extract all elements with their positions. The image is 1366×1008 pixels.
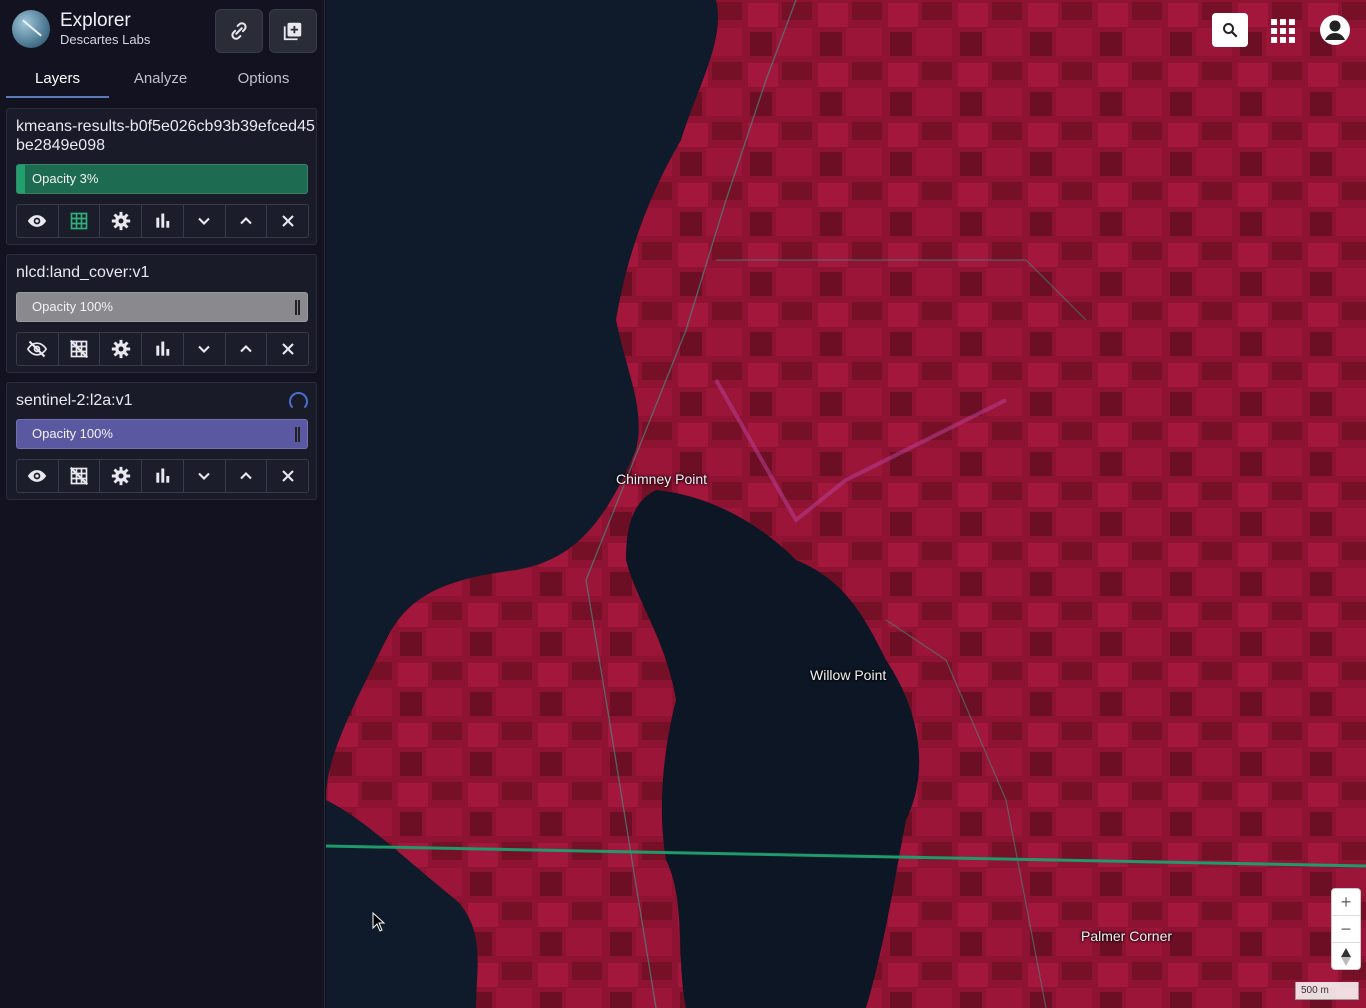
layer-toolbar [16, 459, 309, 493]
search-button[interactable] [1212, 13, 1248, 47]
add-layer-icon [283, 22, 302, 41]
opacity-fill [17, 165, 25, 193]
account-button[interactable] [1314, 9, 1356, 51]
chevron-down-icon [198, 345, 210, 353]
eye-icon [28, 470, 47, 482]
layer-card: sentinel-2:l2a:v1 Opacity 100% [6, 382, 317, 500]
grid-icon [70, 212, 88, 230]
toggle-grid-button[interactable] [58, 205, 101, 237]
compass-button[interactable] [1332, 943, 1360, 970]
layer-title: kmeans-results-b0f5e026cb93b39efced45be2… [16, 118, 315, 154]
opacity-slider[interactable]: Opacity 100% [16, 419, 308, 449]
slider-handle[interactable] [295, 300, 300, 315]
share-link-button[interactable] [215, 9, 263, 53]
app-title: Explorer [60, 10, 131, 31]
toggle-visibility-button[interactable] [17, 205, 59, 237]
chevron-up-icon [240, 472, 252, 480]
tab-analyze[interactable]: Analyze [109, 62, 212, 98]
move-layer-down-button[interactable] [183, 333, 226, 365]
sidebar-tabs: Layers Analyze Options [6, 62, 316, 98]
layer-card: nlcd:land_cover:v1 Opacity 100% [6, 254, 317, 373]
bar-chart-icon [155, 213, 169, 228]
opacity-slider[interactable]: Opacity 100% [16, 292, 308, 322]
grid-off-icon [70, 466, 89, 486]
place-label: Chimney Point [616, 471, 708, 487]
slider-handle[interactable] [295, 427, 300, 442]
add-layer-button[interactable] [269, 9, 317, 53]
move-layer-up-button[interactable] [225, 205, 268, 237]
toggle-grid-button[interactable] [58, 333, 101, 365]
tab-options[interactable]: Options [212, 62, 315, 98]
eye-off-icon [27, 340, 48, 358]
layer-toolbar [16, 204, 309, 238]
satellite-imagery [326, 0, 1366, 1008]
histogram-button[interactable] [142, 333, 184, 365]
opacity-label: Opacity 100% [32, 426, 113, 441]
grid-off-icon [70, 339, 89, 359]
search-icon [1223, 23, 1238, 38]
layer-settings-button[interactable] [100, 460, 143, 492]
map-canvas[interactable]: Chimney Point Willow Point Palmer Corner… [326, 0, 1366, 1008]
opacity-slider[interactable]: Opacity 3% [16, 164, 308, 194]
move-layer-down-button[interactable] [183, 205, 226, 237]
link-icon [231, 22, 247, 40]
chevron-down-icon [198, 472, 210, 480]
layer-title: sentinel-2:l2a:v1 [16, 392, 133, 409]
mouse-cursor-icon [372, 912, 386, 932]
zoom-in-button[interactable]: + [1332, 889, 1360, 916]
histogram-button[interactable] [142, 205, 184, 237]
layer-card: kmeans-results-b0f5e026cb93b39efced45be2… [6, 108, 317, 245]
gear-icon [111, 211, 130, 231]
remove-layer-button[interactable] [267, 460, 308, 492]
gear-icon [111, 466, 130, 486]
bar-chart-icon [155, 468, 169, 483]
globe-logo-icon [12, 10, 50, 48]
layer-toolbar [16, 332, 309, 366]
brand: Explorer Descartes Labs [12, 10, 150, 48]
sidebar: Explorer Descartes Labs Layers Analyze O… [0, 0, 325, 1008]
chevron-up-icon [240, 217, 252, 225]
layer-settings-button[interactable] [100, 333, 143, 365]
close-icon [281, 470, 294, 482]
opacity-label: Opacity 100% [32, 299, 113, 314]
compass-icon [1341, 947, 1351, 966]
toggle-grid-button[interactable] [58, 460, 101, 492]
toggle-visibility-button[interactable] [17, 333, 59, 365]
opacity-label: Opacity 3% [32, 171, 99, 186]
gear-icon [111, 339, 130, 359]
apps-menu-button[interactable] [1264, 12, 1302, 50]
place-label: Palmer Corner [1081, 928, 1173, 944]
move-layer-up-button[interactable] [225, 460, 268, 492]
place-label: Willow Point [810, 667, 887, 683]
bar-chart-icon [155, 341, 169, 356]
zoom-controls: + − [1331, 888, 1361, 970]
move-layer-down-button[interactable] [183, 460, 226, 492]
user-avatar-icon [1320, 15, 1350, 45]
loading-spinner-icon [289, 392, 308, 411]
layer-settings-button[interactable] [100, 205, 143, 237]
tab-layers[interactable]: Layers [6, 62, 109, 98]
scale-bar: 500 m [1295, 982, 1359, 1000]
explorer-app: Explorer Descartes Labs Layers Analyze O… [0, 0, 1366, 1008]
histogram-button[interactable] [142, 460, 184, 492]
close-icon [281, 215, 294, 227]
close-icon [281, 343, 294, 355]
layer-title: nlcd:land_cover:v1 [16, 264, 150, 281]
zoom-out-button[interactable]: − [1332, 916, 1360, 943]
remove-layer-button[interactable] [267, 333, 308, 365]
eye-icon [28, 215, 47, 227]
apps-grid-icon [1271, 19, 1295, 43]
chevron-up-icon [240, 345, 252, 353]
move-layer-up-button[interactable] [225, 333, 268, 365]
chevron-down-icon [198, 217, 210, 225]
toggle-visibility-button[interactable] [17, 460, 59, 492]
app-subtitle: Descartes Labs [60, 32, 151, 47]
remove-layer-button[interactable] [267, 205, 308, 237]
